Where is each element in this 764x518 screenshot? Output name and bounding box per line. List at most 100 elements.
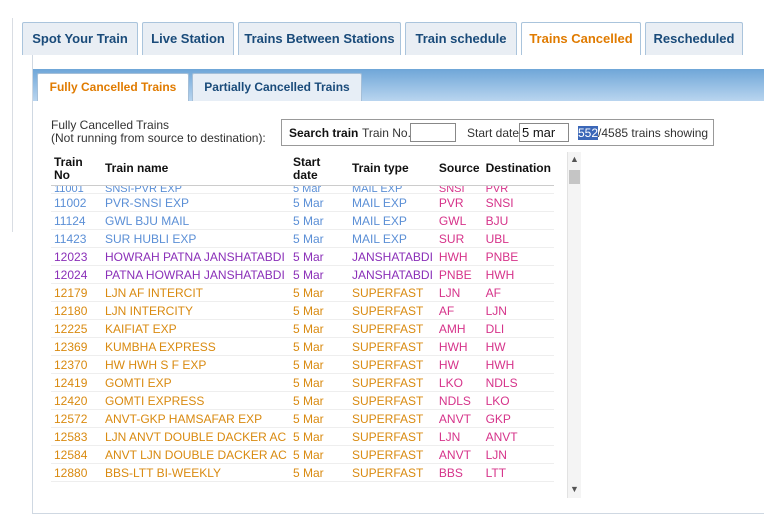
start-date-cell: 5 Mar — [290, 193, 349, 212]
start-date-cell: 5 Mar — [290, 427, 349, 446]
destination-cell: LKO — [482, 391, 554, 410]
train-name-cell: LJN AF INTERCIT — [102, 283, 290, 302]
destination-cell: BJU — [482, 211, 554, 230]
train-name-cell: GOMTI EXPRESS — [102, 391, 290, 410]
col-train-name[interactable]: Train name — [102, 152, 290, 186]
train-no-cell: 12572 — [51, 409, 102, 428]
start-date-cell: 5 Mar — [290, 265, 349, 284]
train-no-cell: 12024 — [51, 265, 102, 284]
train-no-cell: 12179 — [51, 283, 102, 302]
train-name-cell: KAIFIAT EXP — [102, 319, 290, 338]
train-no-cell: 12420 — [51, 391, 102, 410]
start-date-input[interactable]: 5 mar — [519, 123, 569, 142]
train-type-cell: SUPERFAST — [349, 337, 436, 356]
start-date-cell: 5 Mar — [290, 185, 349, 194]
destination-cell: SNSI — [482, 193, 554, 212]
count-highlight: 552 — [578, 126, 599, 140]
train-type-cell: SUPERFAST — [349, 373, 436, 392]
train-type-cell: SUPERFAST — [349, 427, 436, 446]
source-cell: SNSI — [435, 185, 483, 194]
train-name-cell: PVR-SNSI EXP — [102, 193, 290, 212]
destination-cell: NDLS — [482, 373, 554, 392]
source-cell: HW — [435, 355, 483, 374]
tab-spot-your-train[interactable]: Spot Your Train — [22, 22, 138, 55]
table-row[interactable]: 12179 LJN AF INTERCIT 5 Mar SUPERFAST LJN AF — [51, 283, 554, 302]
train-name-cell: BBS-LTT BI-WEEKLY — [102, 463, 290, 482]
train-type-cell: SUPERFAST — [349, 409, 436, 428]
chevron-up-icon[interactable]: ▲ — [568, 154, 581, 166]
destination-cell: PNBE — [482, 247, 554, 266]
table-row[interactable]: 11001 SNSI-PVR EXP 5 Mar MAIL EXP SNSI PVR — [51, 185, 554, 194]
train-type-cell: SUPERFAST — [349, 283, 436, 302]
col-train-no[interactable]: Train No — [51, 152, 102, 186]
table-row[interactable]: 11124 GWL BJU MAIL 5 Mar MAIL EXP GWL BJU — [51, 211, 554, 230]
table-row[interactable]: 11423 SUR HUBLI EXP 5 Mar MAIL EXP SUR UBL — [51, 229, 554, 248]
col-train-type[interactable]: Train type — [349, 152, 436, 186]
table-row[interactable]: 12369 KUMBHA EXPRESS 5 Mar SUPERFAST HWH HW — [51, 337, 554, 356]
col-destination[interactable]: Destination — [482, 152, 554, 186]
train-name-cell: SUR HUBLI EXP — [102, 229, 290, 248]
train-type-cell: JANSHATABDI — [349, 265, 436, 284]
table-row[interactable]: 12024 PATNA HOWRAH JANSHATABDI 5 Mar JANSHA… — [51, 265, 554, 284]
start-date-cell: 5 Mar — [290, 301, 349, 320]
destination-cell: HWH — [482, 265, 554, 284]
table-row[interactable]: 12880 BBS-LTT BI-WEEKLY 5 Mar SUPERFAST BBS L… — [51, 463, 554, 482]
start-date-cell: 5 Mar — [290, 355, 349, 374]
source-cell: PNBE — [435, 265, 483, 284]
source-cell: ANVT — [435, 409, 483, 428]
chevron-down-icon[interactable]: ▼ — [568, 484, 581, 496]
source-cell: HWH — [435, 247, 483, 266]
tab-live-station[interactable]: Live Station — [142, 22, 234, 55]
train-type-cell: SUPERFAST — [349, 355, 436, 374]
table-row[interactable]: 12420 GOMTI EXPRESS 5 Mar SUPERFAST NDLS LKO — [51, 391, 554, 410]
train-no-cell: 12584 — [51, 445, 102, 464]
destination-cell: LTT — [482, 463, 554, 482]
train-type-cell: SUPERFAST — [349, 445, 436, 464]
tab-trains-between-stations[interactable]: Trains Between Stations — [238, 22, 401, 55]
search-train-box: Search train Train No. Start date 5 mar … — [281, 119, 714, 146]
train-no-input[interactable] — [410, 123, 456, 142]
col-start-date[interactable]: Start date — [290, 152, 349, 186]
tab-trains-cancelled[interactable]: Trains Cancelled — [521, 22, 641, 55]
source-cell: BBS — [435, 463, 483, 482]
table-row[interactable]: 12225 KAIFIAT EXP 5 Mar SUPERFAST AMH DLI — [51, 319, 554, 338]
table-row[interactable]: 12583 LJN ANVT DOUBLE DACKER AC 5 Mar SUPER… — [51, 427, 554, 446]
destination-cell: UBL — [482, 229, 554, 248]
train-no-cell: 11423 — [51, 229, 102, 248]
table-row[interactable]: 11002 PVR-SNSI EXP 5 Mar MAIL EXP PVR SNSI — [51, 193, 554, 212]
table-row[interactable]: 12370 HW HWH S F EXP 5 Mar SUPERFAST HW HWH — [51, 355, 554, 374]
train-type-cell: SUPERFAST — [349, 463, 436, 482]
start-date-cell: 5 Mar — [290, 283, 349, 302]
tab-fully-cancelled[interactable]: Fully Cancelled Trains — [37, 73, 189, 101]
tab-train-schedule[interactable]: Train schedule — [405, 22, 517, 55]
start-date-cell: 5 Mar — [290, 211, 349, 230]
col-source[interactable]: Source — [435, 152, 483, 186]
table-row[interactable]: 12180 LJN INTERCITY 5 Mar SUPERFAST AF LJN — [51, 301, 554, 320]
scrollbar-thumb[interactable] — [569, 170, 580, 184]
fully-cancelled-description: Fully Cancelled Trains (Not running from… — [51, 119, 266, 145]
train-name-cell: PATNA HOWRAH JANSHATABDI — [102, 265, 290, 284]
train-name-cell: ANVT-GKP HAMSAFAR EXP — [102, 409, 290, 428]
tab-rescheduled[interactable]: Rescheduled — [645, 22, 743, 55]
source-cell: GWL — [435, 211, 483, 230]
table-row[interactable]: 12584 ANVT LJN DOUBLE DACKER AC 5 Mar SUPER… — [51, 445, 554, 464]
train-no-cell: 11124 — [51, 211, 102, 230]
start-date-cell: 5 Mar — [290, 319, 349, 338]
tab-partially-cancelled[interactable]: Partially Cancelled Trains — [192, 73, 362, 101]
table-row[interactable]: 12419 GOMTI EXP 5 Mar SUPERFAST LKO NDLS — [51, 373, 554, 392]
start-date-cell: 5 Mar — [290, 373, 349, 392]
start-date-cell: 5 Mar — [290, 247, 349, 266]
train-name-cell: HOWRAH PATNA JANSHATABDI — [102, 247, 290, 266]
table-row[interactable]: 12572 ANVT-GKP HAMSAFAR EXP 5 Mar SUPERFAST… — [51, 409, 554, 428]
table-scrollbar[interactable]: ▲ ▼ — [567, 152, 581, 498]
destination-cell: ANVT — [482, 427, 554, 446]
train-no-label: Train No. — [362, 126, 411, 140]
train-no-cell: 12180 — [51, 301, 102, 320]
train-no-cell: 11001 — [51, 185, 102, 194]
table-row[interactable]: 12023 HOWRAH PATNA JANSHATABDI 5 Mar JANSHA… — [51, 247, 554, 266]
start-date-cell: 5 Mar — [290, 445, 349, 464]
start-date-cell: 5 Mar — [290, 391, 349, 410]
source-cell: NDLS — [435, 391, 483, 410]
train-type-cell: JANSHATABDI — [349, 247, 436, 266]
count-total: /4585 trains showing — [598, 126, 709, 140]
